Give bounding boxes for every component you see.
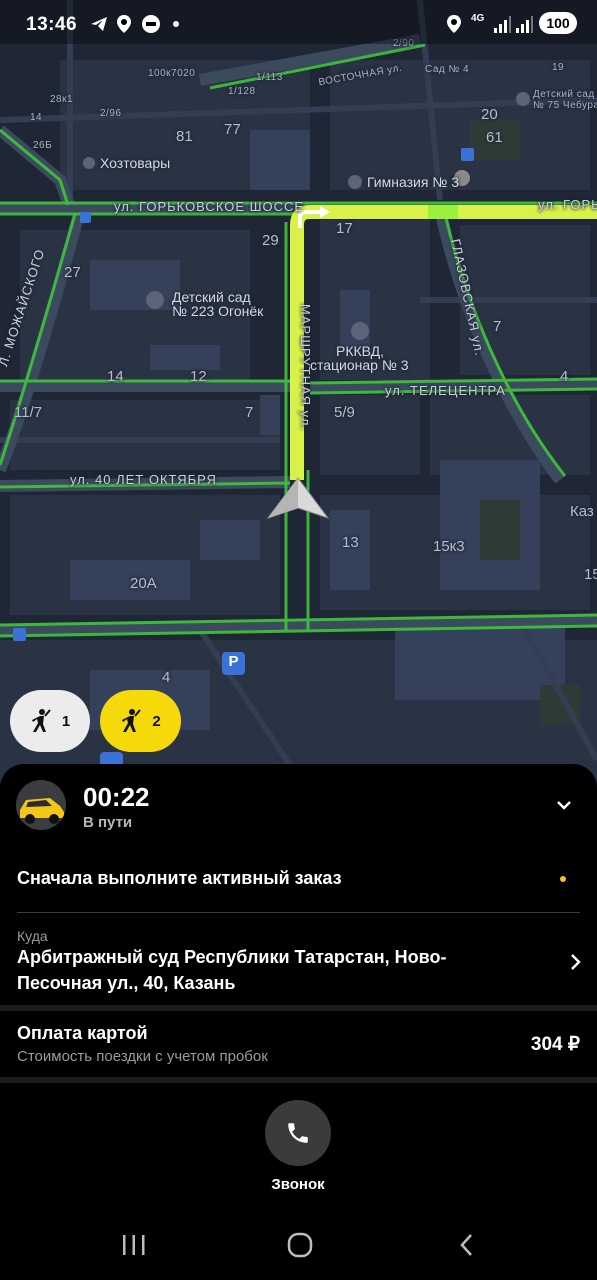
call-label: Звонок [271, 1176, 325, 1193]
section-separator [0, 1077, 597, 1083]
poi-kindergarten75-line2: № 75 Чебура [533, 100, 597, 111]
house-number: 81 [176, 128, 193, 145]
mts-icon [142, 15, 160, 33]
house-number: 4 [560, 368, 569, 385]
street-label-telecentra: ул. ТЕЛЕЦЕНТРА [385, 383, 506, 398]
house-number: 19 [552, 62, 565, 73]
passenger-button-1[interactable]: 1 [10, 690, 90, 752]
house-number: 20А [130, 575, 157, 592]
street-label-gorkovskoe: ул. ГОРЬКОВСКОЕ ШОССЕ [114, 199, 305, 214]
house-number: 1/113 [256, 72, 283, 83]
poi-khoztovary: Хозтовары [100, 155, 171, 171]
chevron-right-icon[interactable] [568, 952, 584, 972]
house-number: Сад № 4 [425, 64, 470, 75]
poi-kazan-fragment: Каз [570, 503, 594, 520]
phone-icon [288, 1123, 308, 1143]
recents-icon[interactable] [120, 1232, 148, 1258]
passenger-button-2[interactable]: 2 [100, 690, 181, 752]
notification-dot-icon [173, 21, 179, 27]
house-number: 7 [493, 318, 502, 335]
poi-gymnasium: Гимназия № 3 [367, 174, 460, 190]
house-number: 29 [262, 232, 279, 249]
call-button[interactable] [265, 1100, 331, 1166]
passenger-icon [31, 709, 51, 732]
poi-rkkvd-line2: стационар № 3 [310, 357, 409, 373]
home-icon[interactable] [286, 1232, 314, 1258]
house-number: 61 [486, 129, 503, 146]
location-icon [117, 15, 131, 33]
house-number: 14 [107, 368, 124, 385]
chevron-down-icon[interactable] [552, 793, 576, 817]
notice-dot-indicator [560, 876, 566, 882]
house-number: 27 [64, 264, 81, 281]
passenger-icon [122, 709, 142, 732]
payment-subtitle: Стоимость поездки с учетом пробок [17, 1048, 268, 1065]
back-icon[interactable] [455, 1232, 479, 1258]
car-avatar [16, 780, 66, 830]
payment-method: Оплата картой [17, 1023, 148, 1043]
navigation-map[interactable]: ул. ГОРЬКОВСКОЕ ШОССЕ ул. ГОРЬ ул. ТЕЛЕЦ… [0, 0, 597, 800]
telegram-icon [91, 17, 107, 31]
house-number: 15 [584, 566, 597, 583]
house-number: 1/128 [228, 86, 256, 97]
signal-icon [494, 16, 511, 33]
house-number: 14 [30, 112, 43, 123]
house-number: 77 [224, 121, 241, 138]
destination-address[interactable]: Арбитражный суд Республики Татарстан, Но… [17, 944, 517, 996]
ride-status: В пути [83, 814, 133, 831]
house-number: 2/96 [100, 108, 122, 119]
house-number: 13 [342, 534, 359, 551]
status-bar: 13:46 4G 100 [0, 0, 597, 44]
house-number: 17 [336, 220, 353, 237]
house-number: 12 [190, 368, 207, 385]
house-number: 28к1 [50, 94, 74, 105]
house-number: 11/7 [14, 404, 43, 421]
house-number: 100к7020 [148, 68, 196, 79]
divider [17, 912, 580, 913]
signal-icon-2 [516, 16, 533, 33]
street-label-octyabrya: ул. 40 ЛЕТ ОКТЯБРЯ [70, 472, 217, 487]
house-number: 4 [162, 669, 171, 686]
house-number: 15к3 [433, 538, 465, 555]
parking-icon: P [228, 653, 239, 670]
active-order-notice[interactable]: Сначала выполните активный заказ [17, 868, 342, 889]
ride-price: 304 ₽ [530, 1034, 580, 1055]
house-number: 20 [481, 106, 498, 123]
passenger-count: 2 [152, 712, 161, 730]
house-number: 7 [245, 404, 254, 421]
status-time: 13:46 [26, 14, 78, 35]
section-separator [0, 1005, 597, 1011]
network-type: 4G [471, 13, 485, 24]
order-panel [0, 764, 597, 1280]
location-status-icon [447, 15, 461, 33]
house-number: 5/9 [334, 404, 355, 421]
passenger-count: 1 [61, 712, 71, 730]
battery-indicator: 100 [539, 12, 577, 34]
house-number: 26Б [33, 140, 53, 151]
destination-label: Куда [17, 928, 48, 944]
taxi-car-icon [16, 780, 66, 830]
eta-time: 00:22 [83, 782, 150, 812]
poi-kindergarten-line2: № 223 Огонёк [172, 303, 264, 319]
street-label-gorkovskoe-right: ул. ГОРЬ [538, 197, 597, 212]
poi-kindergarten75-line1: Детский сад [533, 89, 595, 100]
